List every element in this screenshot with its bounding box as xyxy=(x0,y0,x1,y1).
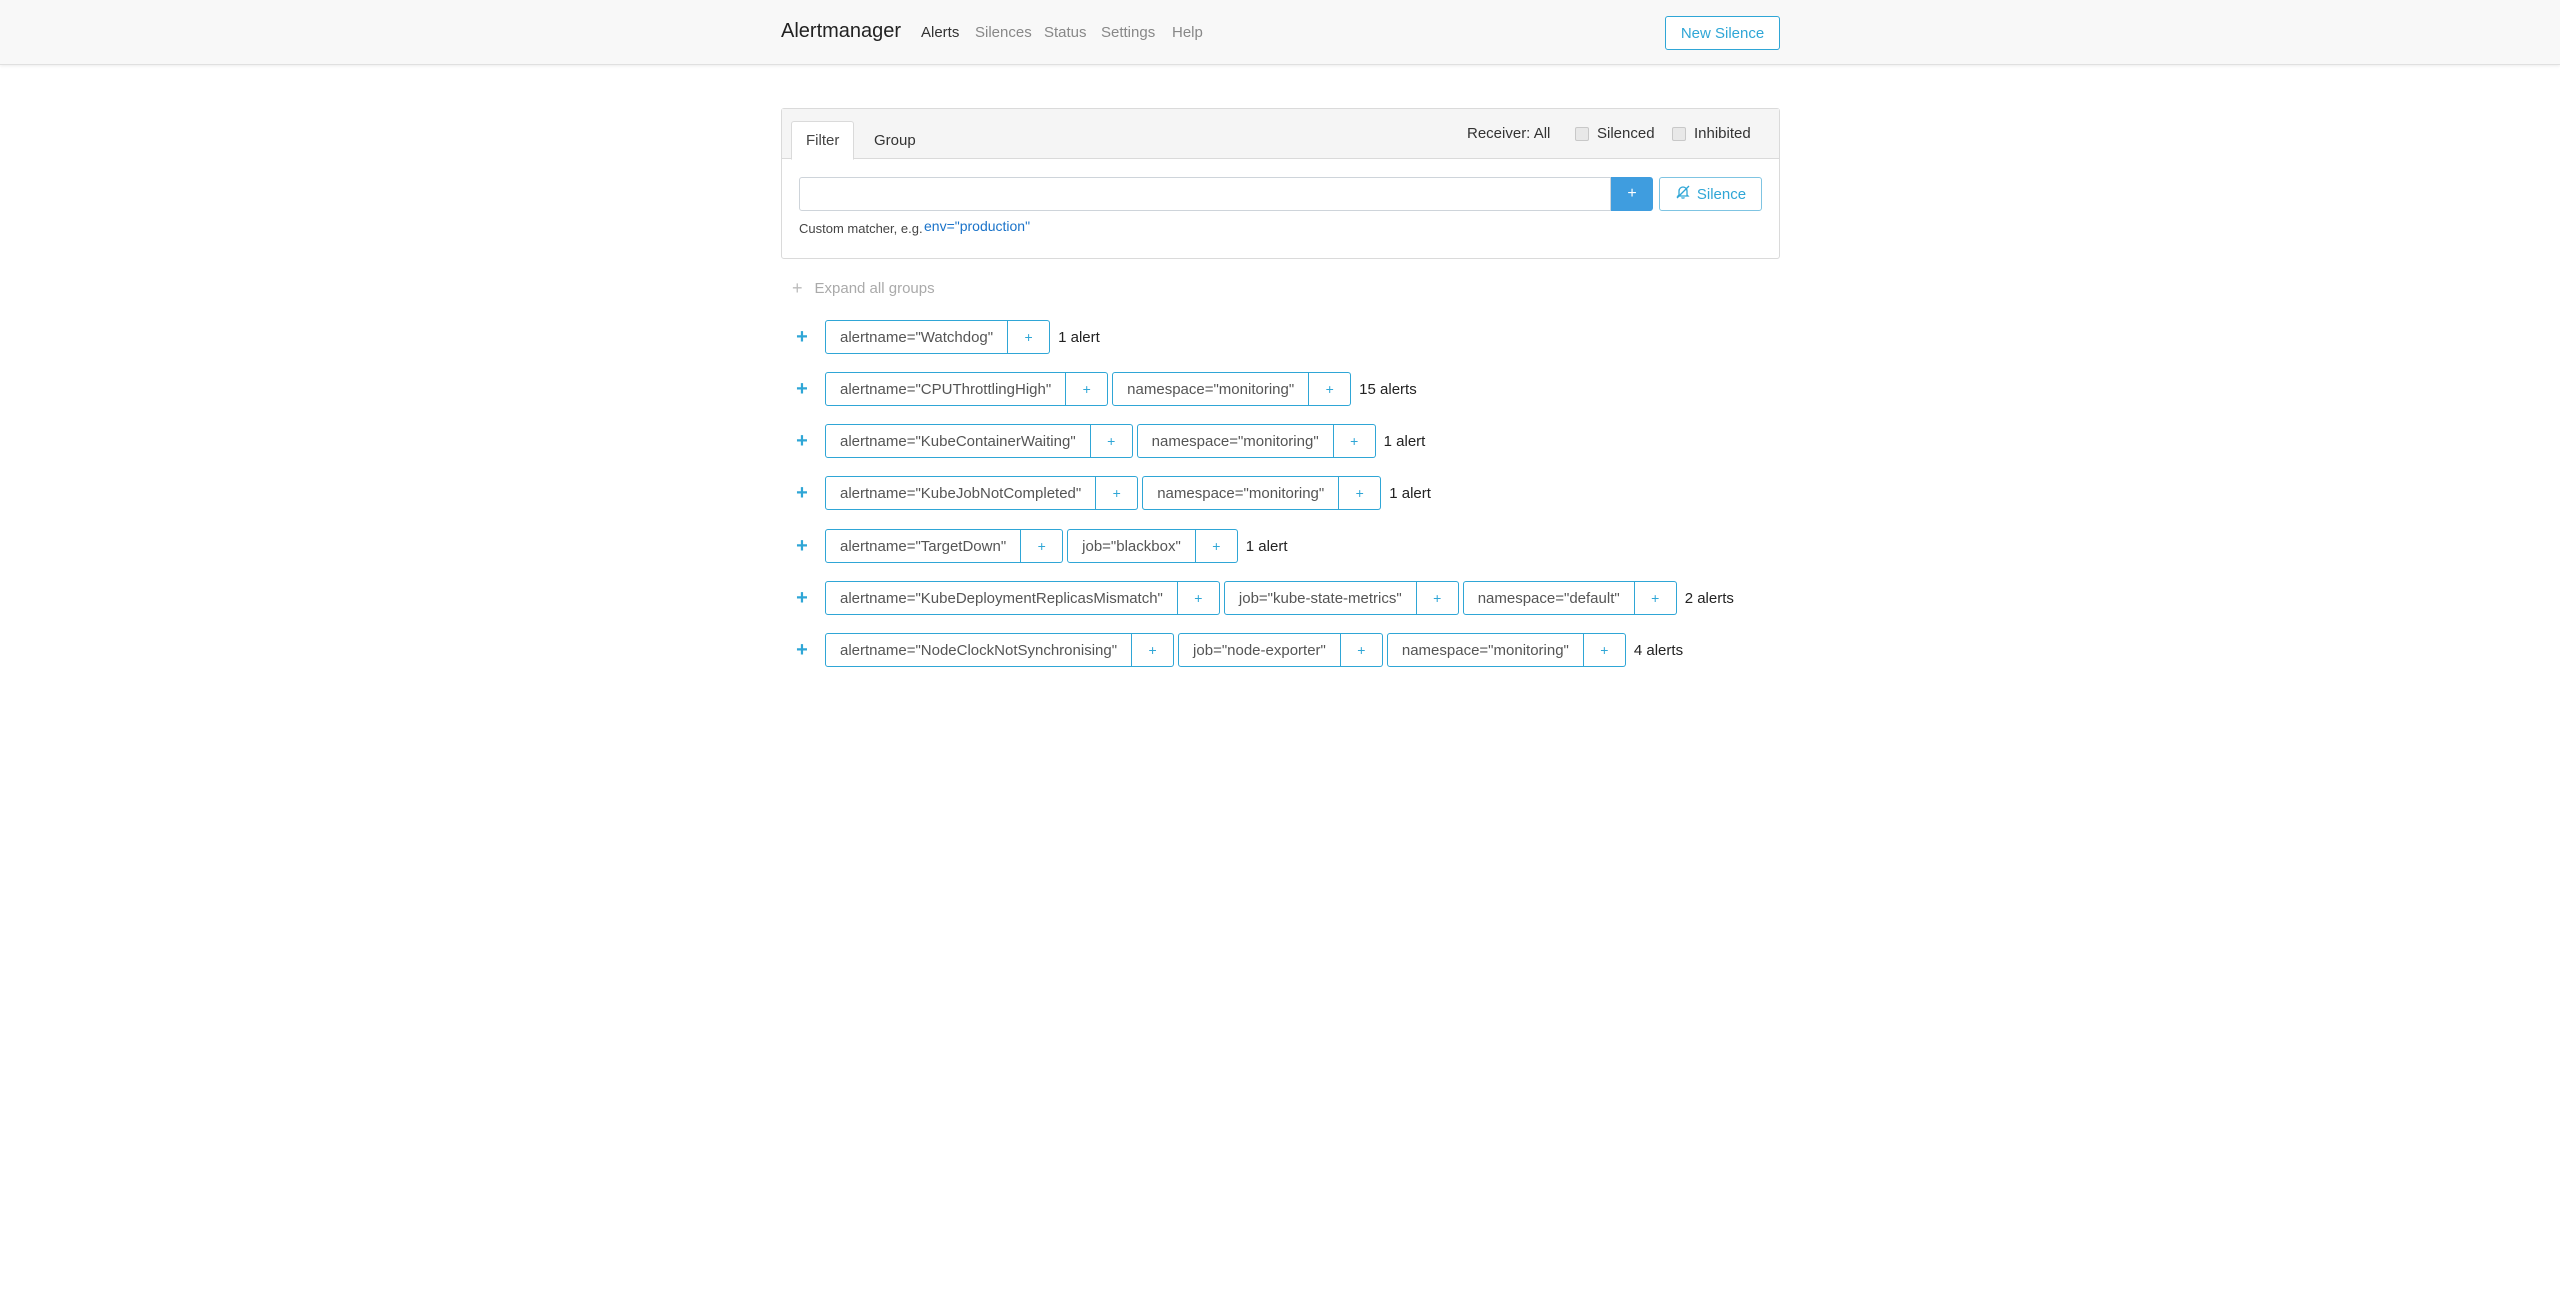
nav-settings[interactable]: Settings xyxy=(1101,24,1155,41)
label-filter-button[interactable]: namespace="monitoring" xyxy=(1136,424,1334,458)
receiver-dropdown[interactable]: Receiver: All xyxy=(1467,125,1550,142)
label-chip: alertname="KubeContainerWaiting" + xyxy=(825,424,1133,458)
add-label-filter-button[interactable]: + xyxy=(1021,529,1064,563)
add-label-filter-button[interactable]: + xyxy=(1583,633,1626,667)
silenced-checkbox[interactable] xyxy=(1575,127,1589,141)
label-filter-button[interactable]: namespace="default" xyxy=(1462,581,1635,615)
label-chip: alertname="NodeClockNotSynchronising" + xyxy=(825,633,1175,667)
add-label-filter-button[interactable]: + xyxy=(1634,581,1677,615)
inhibited-checkbox[interactable] xyxy=(1672,127,1686,141)
new-silence-button[interactable]: New Silence xyxy=(1665,16,1780,50)
inhibited-label: Inhibited xyxy=(1694,125,1751,142)
add-label-filter-button[interactable]: + xyxy=(1333,424,1376,458)
helper-example-link[interactable]: env="production" xyxy=(924,218,1030,234)
nav-alerts[interactable]: Alerts xyxy=(921,24,959,41)
add-label-filter-button[interactable]: + xyxy=(1340,633,1383,667)
nav-silences[interactable]: Silences xyxy=(975,24,1032,41)
filter-input[interactable] xyxy=(799,177,1611,211)
label-chip: alertname="KubeJobNotCompleted" + xyxy=(825,476,1139,510)
label-chip: namespace="default" + xyxy=(1462,581,1677,615)
helper-text: Custom matcher, e.g. xyxy=(799,221,923,236)
alert-group-row: + alertname="CPUThrottlingHigh" + namesp… xyxy=(781,372,1417,406)
label-chip: namespace="monitoring" + xyxy=(1142,476,1382,510)
expand-group-icon[interactable]: + xyxy=(791,378,813,401)
expand-group-icon[interactable]: + xyxy=(791,639,813,662)
alert-count: 15 alerts xyxy=(1359,380,1417,398)
label-filter-button[interactable]: job="blackbox" xyxy=(1067,529,1196,563)
plus-icon: + xyxy=(792,278,803,298)
alert-count: 4 alerts xyxy=(1633,641,1684,659)
add-label-filter-button[interactable]: + xyxy=(1195,529,1238,563)
expand-group-icon[interactable]: + xyxy=(791,482,813,505)
expand-group-icon[interactable]: + xyxy=(791,430,813,453)
expand-all-label: Expand all groups xyxy=(814,280,935,297)
filter-card-header: Filter Group Receiver: All Silenced Inhi… xyxy=(782,109,1779,160)
label-filter-button[interactable]: alertname="KubeDeploymentReplicasMismatc… xyxy=(825,581,1178,615)
filter-card: Filter Group Receiver: All Silenced Inhi… xyxy=(781,108,1780,259)
nav-help[interactable]: Help xyxy=(1172,24,1203,41)
add-label-filter-button[interactable]: + xyxy=(1066,372,1109,406)
add-label-filter-button[interactable]: + xyxy=(1339,476,1382,510)
label-chip: job="blackbox" + xyxy=(1067,529,1238,563)
add-label-filter-button[interactable]: + xyxy=(1416,581,1459,615)
tab-group[interactable]: Group xyxy=(860,121,930,160)
add-label-filter-button[interactable]: + xyxy=(1096,476,1139,510)
label-filter-button[interactable]: alertname="NodeClockNotSynchronising" xyxy=(825,633,1133,667)
silence-button-label: Silence xyxy=(1696,185,1747,203)
brand-logo[interactable]: Alertmanager xyxy=(781,20,901,43)
label-chip: alertname="CPUThrottlingHigh" + xyxy=(825,372,1109,406)
add-label-filter-button[interactable]: + xyxy=(1132,633,1175,667)
label-filter-button[interactable]: job="kube-state-metrics" xyxy=(1223,581,1417,615)
alert-group-row: + alertname="NodeClockNotSynchronising" … xyxy=(781,633,1683,667)
label-filter-button[interactable]: alertname="TargetDown" xyxy=(825,529,1022,563)
label-chip: job="node-exporter" + xyxy=(1178,633,1383,667)
label-filter-button[interactable]: namespace="monitoring" xyxy=(1112,372,1310,406)
alert-group-row: + alertname="KubeJobNotCompleted" + name… xyxy=(781,476,1431,510)
label-chip: namespace="monitoring" + xyxy=(1112,372,1352,406)
alert-group-row: + alertname="TargetDown" + job="blackbox… xyxy=(781,529,1288,563)
label-filter-button[interactable]: namespace="monitoring" xyxy=(1386,633,1584,667)
alert-count: 1 alert xyxy=(1383,432,1426,450)
expand-group-icon[interactable]: + xyxy=(791,535,813,558)
alert-count: 1 alert xyxy=(1389,484,1431,502)
label-filter-button[interactable]: alertname="Watchdog" xyxy=(825,320,1009,354)
label-filter-button[interactable]: job="node-exporter" xyxy=(1178,633,1341,667)
tab-filter[interactable]: Filter xyxy=(791,121,855,160)
label-chip: job="kube-state-metrics" + xyxy=(1223,581,1459,615)
label-filter-button[interactable]: alertname="KubeJobNotCompleted" xyxy=(825,476,1097,510)
expand-group-icon[interactable]: + xyxy=(791,587,813,610)
label-filter-button[interactable]: namespace="monitoring" xyxy=(1142,476,1340,510)
alert-count: 1 alert xyxy=(1058,328,1100,346)
alert-count: 2 alerts xyxy=(1684,589,1734,607)
label-chip: alertname="KubeDeploymentReplicasMismatc… xyxy=(825,581,1220,615)
label-filter-button[interactable]: alertname="CPUThrottlingHigh" xyxy=(825,372,1067,406)
label-chip: alertname="Watchdog" + xyxy=(825,320,1051,354)
label-chip: namespace="monitoring" + xyxy=(1386,633,1626,667)
add-label-filter-button[interactable]: + xyxy=(1309,372,1352,406)
add-label-filter-button[interactable]: + xyxy=(1090,424,1133,458)
add-label-filter-button[interactable]: + xyxy=(1008,320,1051,354)
expand-all-groups[interactable]: + Expand all groups xyxy=(792,278,935,299)
silence-button[interactable]: Silence xyxy=(1659,177,1762,211)
alert-group-row: + alertname="KubeContainerWaiting" + nam… xyxy=(781,424,1425,458)
alert-group-row: + alertname="Watchdog" + 1 alert xyxy=(781,320,1100,354)
silenced-label: Silenced xyxy=(1597,125,1655,142)
alert-group-row: + alertname="KubeDeploymentReplicasMisma… xyxy=(781,581,1734,615)
expand-group-icon[interactable]: + xyxy=(791,326,813,349)
label-chip: alertname="TargetDown" + xyxy=(825,529,1064,563)
label-filter-button[interactable]: alertname="KubeContainerWaiting" xyxy=(825,424,1091,458)
add-label-filter-button[interactable]: + xyxy=(1177,581,1220,615)
label-chip: namespace="monitoring" + xyxy=(1136,424,1376,458)
alert-count: 1 alert xyxy=(1245,537,1288,555)
navbar: Alertmanager Alerts Silences Status Sett… xyxy=(0,0,2560,65)
bell-slash-icon xyxy=(1675,184,1691,204)
add-filter-button[interactable]: + xyxy=(1611,177,1653,211)
nav-status[interactable]: Status xyxy=(1044,24,1087,41)
